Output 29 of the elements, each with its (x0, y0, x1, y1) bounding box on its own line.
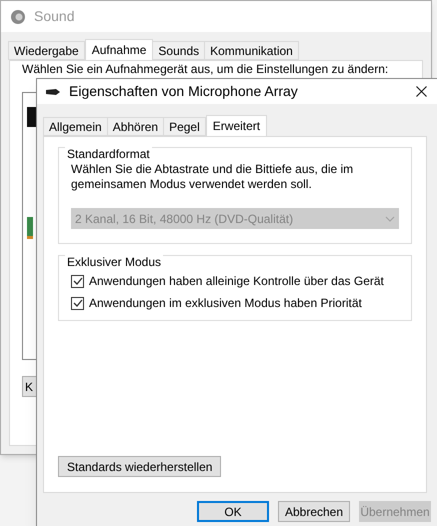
group-title: Exklusiver Modus (65, 255, 164, 269)
instruction-text: Wählen Sie ein Aufnahmegerät aus, um die Einstellungen zu ändern: (22, 62, 388, 76)
close-icon[interactable] (416, 86, 427, 97)
speaker-icon (10, 8, 26, 24)
restore-defaults-button[interactable]: Standards wiederherstellen (58, 456, 222, 477)
microphone-icon (45, 86, 61, 96)
checkbox[interactable] (71, 296, 84, 310)
dialog-button[interactable]: Abbrechen (278, 501, 350, 522)
dialog-title: Eigenschaften von Microphone Array (69, 82, 299, 101)
tab[interactable]: Aufnahme (84, 39, 154, 61)
device-icon (27, 107, 37, 127)
tab[interactable]: Allgemein (43, 117, 108, 136)
checkbox-label: Anwendungen im exklusiven Modus haben Priorität (89, 295, 362, 312)
device-icon (27, 217, 33, 239)
tab[interactable]: Abhören (106, 117, 164, 136)
checkbox[interactable] (71, 274, 84, 288)
checkbox-label: Anwendungen haben alleinige Kontrolle über das Gerät (89, 273, 384, 290)
tab[interactable]: Sounds (152, 41, 206, 60)
description-text: Wählen Sie die Abtastrate und die Bittiefe aus, die im gemeinsamen Modus verwendet werden soll. (71, 162, 354, 192)
chevron-down-icon (385, 216, 395, 222)
tab[interactable]: Erweitert (206, 115, 268, 137)
window-title: Sound (34, 7, 74, 26)
group-title: Standardformat (65, 147, 152, 161)
checkmark-icon (72, 299, 82, 307)
tab[interactable]: Kommunikation (204, 41, 299, 60)
dialog-button[interactable]: OK (197, 501, 269, 522)
tab[interactable]: Pegel (163, 117, 206, 136)
checkmark-icon (72, 277, 82, 285)
tab[interactable]: Wiedergabe (8, 41, 85, 60)
